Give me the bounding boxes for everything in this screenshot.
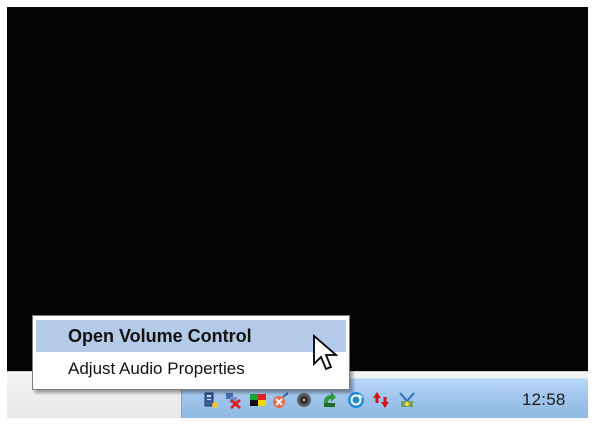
updown-arrows-icon[interactable] [372, 391, 390, 409]
volume-context-menu: Open Volume Control Adjust Audio Propert… [32, 315, 350, 390]
network-disconnected-icon[interactable] [224, 391, 242, 409]
mouse-pointer-icon [312, 334, 339, 374]
screenshot-root: 12:58 Open Volume Control Adjust Audio P… [0, 0, 595, 424]
recycle-arrow-icon[interactable] [321, 391, 339, 409]
network-wizard-icon[interactable] [398, 391, 416, 409]
open-volume-control-item[interactable]: Open Volume Control [36, 320, 346, 352]
adjust-audio-properties-item[interactable]: Adjust Audio Properties [36, 353, 346, 385]
blocked-connection-icon[interactable] [272, 391, 290, 409]
refresh-globe-icon[interactable] [347, 391, 365, 409]
clock[interactable]: 12:58 [522, 390, 566, 410]
color-blocks-icon[interactable] [249, 391, 267, 409]
server-icon[interactable] [202, 391, 220, 409]
speaker-icon[interactable] [295, 391, 313, 409]
